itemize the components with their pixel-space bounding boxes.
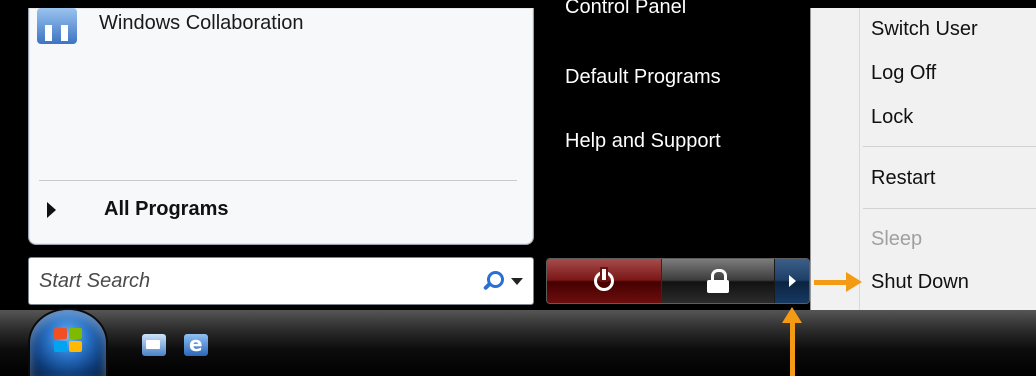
- menu-separator: [863, 208, 1036, 209]
- menu-item-restart[interactable]: Restart: [871, 167, 935, 190]
- link-help-and-support[interactable]: Help and Support: [565, 130, 721, 153]
- annotation-arrowhead-up: [782, 307, 802, 323]
- start-button[interactable]: [30, 310, 106, 376]
- menu-item-log-off[interactable]: Log Off: [871, 62, 936, 85]
- start-search-box: [28, 257, 534, 305]
- triangle-right-icon: [47, 201, 56, 218]
- link-default-programs[interactable]: Default Programs: [565, 66, 721, 89]
- windows-start-icon: [54, 328, 84, 354]
- power-options-menu: Switch User Log Off Lock Restart Sleep S…: [810, 8, 1036, 312]
- program-item-label: Windows Collaboration: [99, 12, 304, 34]
- show-desktop-icon[interactable]: [142, 334, 166, 356]
- internet-explorer-icon[interactable]: [184, 332, 208, 356]
- programs-divider: [39, 180, 517, 181]
- collaboration-icon: [37, 8, 77, 44]
- power-icon: [594, 269, 614, 291]
- power-button[interactable]: [547, 259, 662, 303]
- search-icon[interactable]: [479, 269, 504, 293]
- power-button-group: [546, 258, 810, 304]
- power-options-arrow-button[interactable]: [775, 259, 809, 303]
- menu-item-shut-down[interactable]: Shut Down: [871, 271, 969, 294]
- menu-item-lock[interactable]: Lock: [871, 106, 913, 129]
- programs-pane: Windows Collaboration All Programs: [28, 8, 534, 245]
- annotation-arrowhead-right: [846, 272, 862, 292]
- program-item-windows-collaboration[interactable]: Windows Collaboration: [37, 8, 304, 48]
- menu-separator: [863, 146, 1036, 147]
- link-control-panel[interactable]: Control Panel: [565, 0, 686, 19]
- arrow-right-icon: [788, 275, 796, 287]
- menu-item-switch-user[interactable]: Switch User: [871, 18, 978, 41]
- annotation-arrow-vertical: [790, 322, 795, 376]
- search-input[interactable]: [29, 268, 479, 294]
- chevron-down-icon[interactable]: [511, 277, 523, 285]
- menu-item-sleep: Sleep: [871, 228, 923, 250]
- lock-icon: [707, 269, 729, 293]
- all-programs-label: All Programs: [104, 198, 229, 220]
- menu-gutter: [859, 8, 860, 311]
- all-programs-button[interactable]: All Programs: [47, 198, 228, 221]
- start-menu-screenshot: Windows Collaboration All Programs Contr…: [0, 0, 1036, 376]
- lock-button[interactable]: [662, 259, 775, 303]
